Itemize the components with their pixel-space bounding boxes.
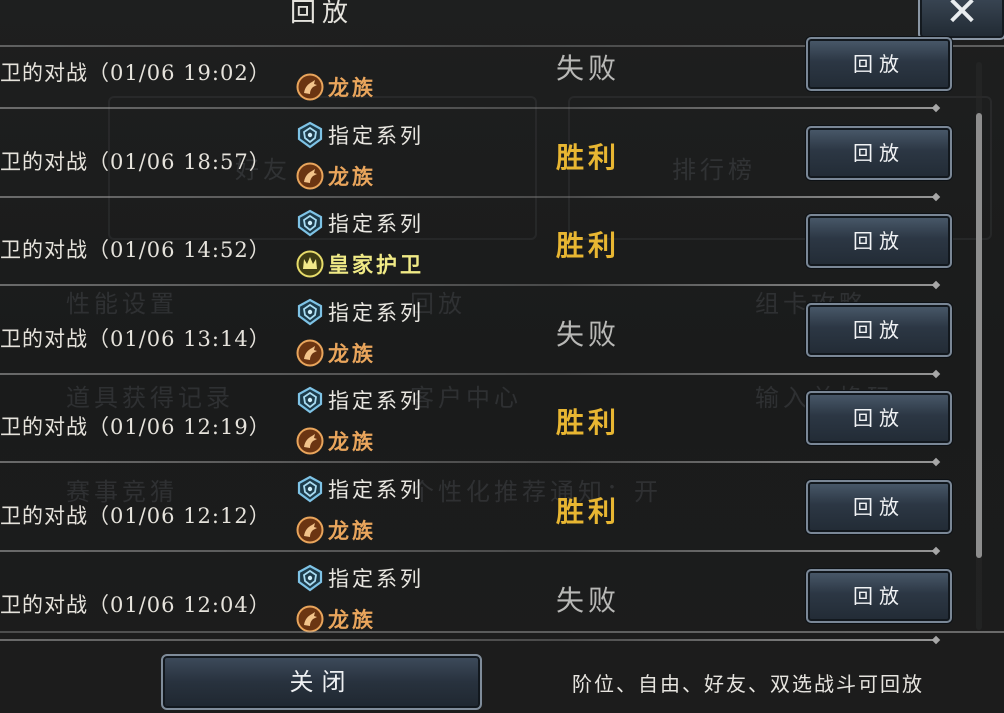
result-label: 胜利 (556, 140, 621, 174)
series-label: 指定系列 (328, 300, 424, 325)
faction-tag: 龙族 (296, 426, 376, 456)
result-label: 失败 (556, 52, 621, 85)
result-label: 胜利 (556, 495, 621, 528)
series-tag: 指定系列 (296, 120, 424, 150)
faction-tag: 龙族 (296, 72, 376, 102)
dragon-icon (296, 162, 324, 190)
replay-button[interactable]: 回放 (806, 125, 952, 180)
dragon-icon (296, 427, 324, 455)
series-tag: 指定系列 (296, 563, 424, 593)
series-label: 指定系列 (328, 123, 424, 148)
replay-row: 卫的对战（01/06 19:02） 龙族 失败 回放 (0, 21, 975, 109)
replay-dialog: 好友 排行榜 性能设置 回放 组卡攻略 道具获得记录 客户中心 输入兑换码 赛事… (0, 0, 1004, 713)
faction-label: 龙族 (328, 606, 376, 632)
replay-button[interactable]: 回放 (806, 37, 952, 91)
series-icon (296, 209, 324, 237)
result-label: 胜利 (556, 229, 621, 263)
series-icon (296, 386, 324, 414)
replay-button[interactable]: 回放 (806, 302, 952, 357)
replay-button[interactable]: 回放 (806, 480, 952, 534)
result-label: 失败 (556, 317, 621, 351)
series-tag: 指定系列 (296, 208, 424, 238)
series-label: 指定系列 (328, 566, 424, 591)
match-title: 卫的对战（01/06 19:02） (0, 61, 271, 85)
faction-tag: 龙族 (296, 604, 376, 634)
match-title: 卫的对战（01/06 12:12） (0, 504, 271, 528)
dragon-icon (296, 73, 324, 101)
match-title: 卫的对战（01/06 13:14） (0, 326, 271, 351)
match-title: 卫的对战（01/06 12:19） (0, 415, 271, 440)
footer-divider (0, 631, 1004, 633)
dragon-icon (296, 605, 324, 633)
replay-row: 卫的对战（01/06 12:12） 指定系列 龙族 胜利 回放 (0, 464, 975, 552)
series-label: 指定系列 (328, 389, 424, 414)
replay-row: 卫的对战（01/06 18:57） 指定系列 龙族 胜利 回放 (0, 110, 975, 198)
row-divider (0, 638, 935, 641)
series-tag: 指定系列 (296, 297, 424, 327)
faction-tag: 皇家护卫 (296, 249, 424, 279)
dragon-icon (296, 339, 324, 367)
faction-label: 龙族 (328, 75, 376, 100)
faction-label: 龙族 (328, 429, 376, 455)
match-title: 卫的对战（01/06 14:52） (0, 238, 271, 263)
dragon-icon (296, 516, 324, 544)
replay-hint: 阶位、自由、好友、双选战斗可回放 (572, 672, 924, 696)
replay-row: 卫的对战（01/06 12:04） 指定系列 龙族 失败 回放 (0, 553, 975, 641)
faction-tag: 龙族 (296, 338, 376, 368)
replay-row: 卫的对战（01/06 14:52） 指定系列 皇家护卫 胜利 回放 (0, 198, 975, 287)
replay-button[interactable]: 回放 (806, 391, 952, 446)
faction-label: 皇家护卫 (328, 252, 424, 278)
faction-tag: 龙族 (296, 515, 376, 545)
series-tag: 指定系列 (296, 474, 424, 504)
faction-label: 龙族 (328, 518, 376, 543)
scrollbar-thumb[interactable] (976, 113, 982, 558)
replay-button[interactable]: 回放 (806, 568, 952, 623)
result-label: 胜利 (556, 406, 621, 440)
replay-row: 卫的对战（01/06 12:19） 指定系列 龙族 胜利 回放 (0, 375, 975, 464)
crown-icon (296, 250, 324, 278)
replay-button[interactable]: 回放 (806, 214, 952, 269)
faction-tag: 龙族 (296, 161, 376, 191)
replay-row: 卫的对战（01/06 13:14） 指定系列 龙族 失败 回放 (0, 287, 975, 375)
match-title: 卫的对战（01/06 18:57） (0, 149, 271, 174)
series-label: 指定系列 (328, 478, 424, 502)
result-label: 失败 (556, 583, 621, 617)
series-label: 指定系列 (328, 212, 424, 237)
faction-label: 龙族 (328, 340, 376, 366)
faction-label: 龙族 (328, 163, 376, 189)
close-button[interactable]: 关闭 (161, 654, 482, 710)
replay-list[interactable]: 卫的对战（01/06 19:02） 龙族 失败 回放 卫的对战（01/06 18… (0, 0, 1004, 641)
series-icon (296, 475, 324, 503)
series-tag: 指定系列 (296, 385, 424, 415)
match-title: 卫的对战（01/06 12:04） (0, 592, 271, 617)
series-icon (296, 121, 324, 149)
series-icon (296, 564, 324, 592)
series-icon (296, 298, 324, 326)
